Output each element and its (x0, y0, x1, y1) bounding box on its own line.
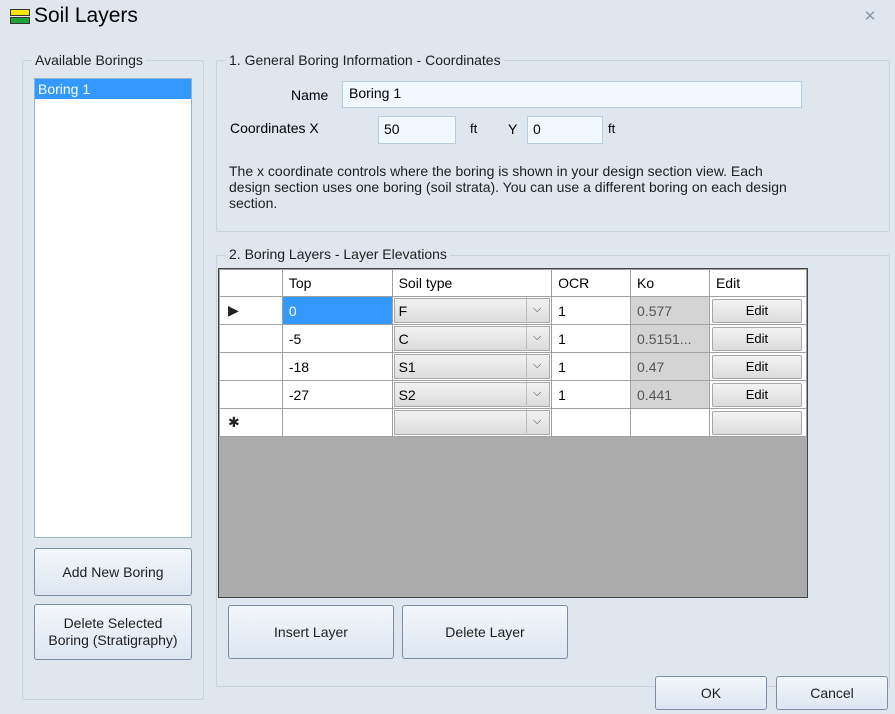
new-row[interactable]: ✱ ⌵ . (219, 408, 808, 437)
ko-cell: 0.5151... (630, 324, 710, 353)
edit-button[interactable]: Edit (711, 382, 802, 407)
ko-cell: 0.441 (630, 380, 710, 409)
column-header-edit[interactable]: Edit (708, 269, 808, 297)
general-info-group-label: 1. General Boring Information - Coordina… (226, 52, 504, 68)
chevron-down-icon[interactable]: ⌵ (526, 409, 547, 433)
top-cell[interactable]: -18 (281, 352, 393, 381)
new-edit-button[interactable]: . (711, 410, 802, 435)
y-coordinate-label: Y (508, 121, 518, 137)
chevron-down-icon[interactable]: ⌵ (526, 381, 547, 405)
column-header-soil-type[interactable]: Soil type (391, 269, 553, 297)
ko-cell: 0.47 (630, 352, 710, 381)
new-ocr-cell[interactable] (551, 408, 632, 437)
top-cell[interactable]: -27 (281, 380, 393, 409)
edit-cell: Edit (708, 352, 808, 381)
ko-cell: 0.577 (630, 296, 710, 325)
table-row[interactable]: -5 C ⌵ 1 0.5151... Edit (219, 324, 808, 353)
edit-cell: Edit (708, 296, 808, 325)
edit-button[interactable]: Edit (711, 298, 802, 323)
edit-button[interactable]: Edit (711, 354, 802, 379)
chevron-down-icon[interactable]: ⌵ (526, 325, 547, 349)
add-new-boring-label: Add New Boring (62, 564, 164, 580)
ocr-cell[interactable]: 1 (551, 324, 632, 353)
delete-boring-label-line1: Delete Selected (63, 615, 163, 631)
soil-type-dropdown[interactable]: S2 ⌵ (391, 380, 553, 409)
delete-layer-label: Delete Layer (445, 624, 525, 640)
soil-type-dropdown[interactable]: S1 ⌵ (391, 352, 553, 381)
column-header-ko[interactable]: Ko (630, 269, 710, 297)
boring-list-item[interactable]: Boring 1 (35, 79, 191, 99)
x-coordinate-input[interactable]: 50 (378, 116, 456, 144)
new-row-asterisk-icon: ✱ (219, 408, 283, 437)
y-unit-label: ft (608, 121, 616, 136)
add-new-boring-button[interactable]: Add New Boring (34, 548, 192, 596)
row-header[interactable] (219, 352, 283, 381)
soil-layers-app-icon (10, 9, 30, 25)
chevron-down-icon[interactable]: ⌵ (526, 297, 547, 321)
coordinates-x-label: Coordinates X (230, 120, 319, 136)
name-input[interactable]: Boring 1 (342, 81, 802, 108)
insert-layer-button[interactable]: Insert Layer (228, 605, 394, 659)
current-row-indicator-icon: ▶ (219, 296, 283, 325)
layers-table: Top Soil type OCR Ko Edit ▶ 0 F ⌵ 1 0.577… (219, 269, 808, 437)
row-header-corner (219, 269, 283, 297)
table-row[interactable]: ▶ 0 F ⌵ 1 0.577 Edit (219, 296, 808, 325)
edit-button[interactable]: Edit (711, 326, 802, 351)
delete-boring-label: Delete Selected Boring (Stratigraphy) (48, 615, 177, 649)
row-header[interactable] (219, 324, 283, 353)
row-header[interactable] (219, 380, 283, 409)
column-header-top[interactable]: Top (281, 269, 393, 297)
table-row[interactable]: -27 S2 ⌵ 1 0.441 Edit (219, 380, 808, 409)
delete-selected-boring-button[interactable]: Delete Selected Boring (Stratigraphy) (34, 604, 192, 660)
ok-label: OK (700, 685, 722, 701)
ocr-cell[interactable]: 1 (551, 380, 632, 409)
borings-group-label: Available Borings (32, 52, 146, 68)
ocr-cell[interactable]: 1 (551, 296, 632, 325)
top-cell[interactable]: -5 (281, 324, 393, 353)
table-row[interactable]: -18 S1 ⌵ 1 0.47 Edit (219, 352, 808, 381)
close-icon[interactable]: ✕ (862, 9, 878, 25)
ok-button[interactable]: OK (655, 676, 767, 710)
column-header-ocr[interactable]: OCR (551, 269, 632, 297)
soil-type-dropdown[interactable]: F ⌵ (391, 296, 553, 325)
cancel-button[interactable]: Cancel (776, 676, 888, 710)
new-soil-type-dropdown[interactable]: ⌵ (391, 408, 553, 437)
top-cell[interactable]: 0 (281, 296, 393, 325)
boring-layers-group-label: 2. Boring Layers - Layer Elevations (226, 246, 450, 262)
layers-grid[interactable]: Top Soil type OCR Ko Edit ▶ 0 F ⌵ 1 0.577… (218, 268, 808, 598)
x-unit-label: ft (470, 121, 478, 136)
y-coordinate-input[interactable]: 0 (527, 116, 603, 144)
table-header-row: Top Soil type OCR Ko Edit (219, 269, 808, 297)
new-top-cell[interactable] (281, 408, 393, 437)
borings-list[interactable] (34, 78, 192, 538)
delete-boring-label-line2: Boring (Stratigraphy) (48, 632, 178, 648)
window-title: Soil Layers (34, 4, 138, 27)
edit-cell: Edit (708, 380, 808, 409)
coordinate-help-text: The x coordinate controls where the bori… (229, 163, 787, 211)
chevron-down-icon[interactable]: ⌵ (526, 353, 547, 377)
edit-cell: . (708, 408, 808, 437)
soil-type-dropdown[interactable]: C ⌵ (391, 324, 553, 353)
edit-cell: Edit (708, 324, 808, 353)
cancel-label: Cancel (810, 685, 854, 701)
delete-layer-button[interactable]: Delete Layer (402, 605, 568, 659)
name-label: Name (291, 87, 329, 103)
insert-layer-label: Insert Layer (274, 624, 348, 640)
ocr-cell[interactable]: 1 (551, 352, 632, 381)
new-ko-cell (630, 408, 710, 437)
